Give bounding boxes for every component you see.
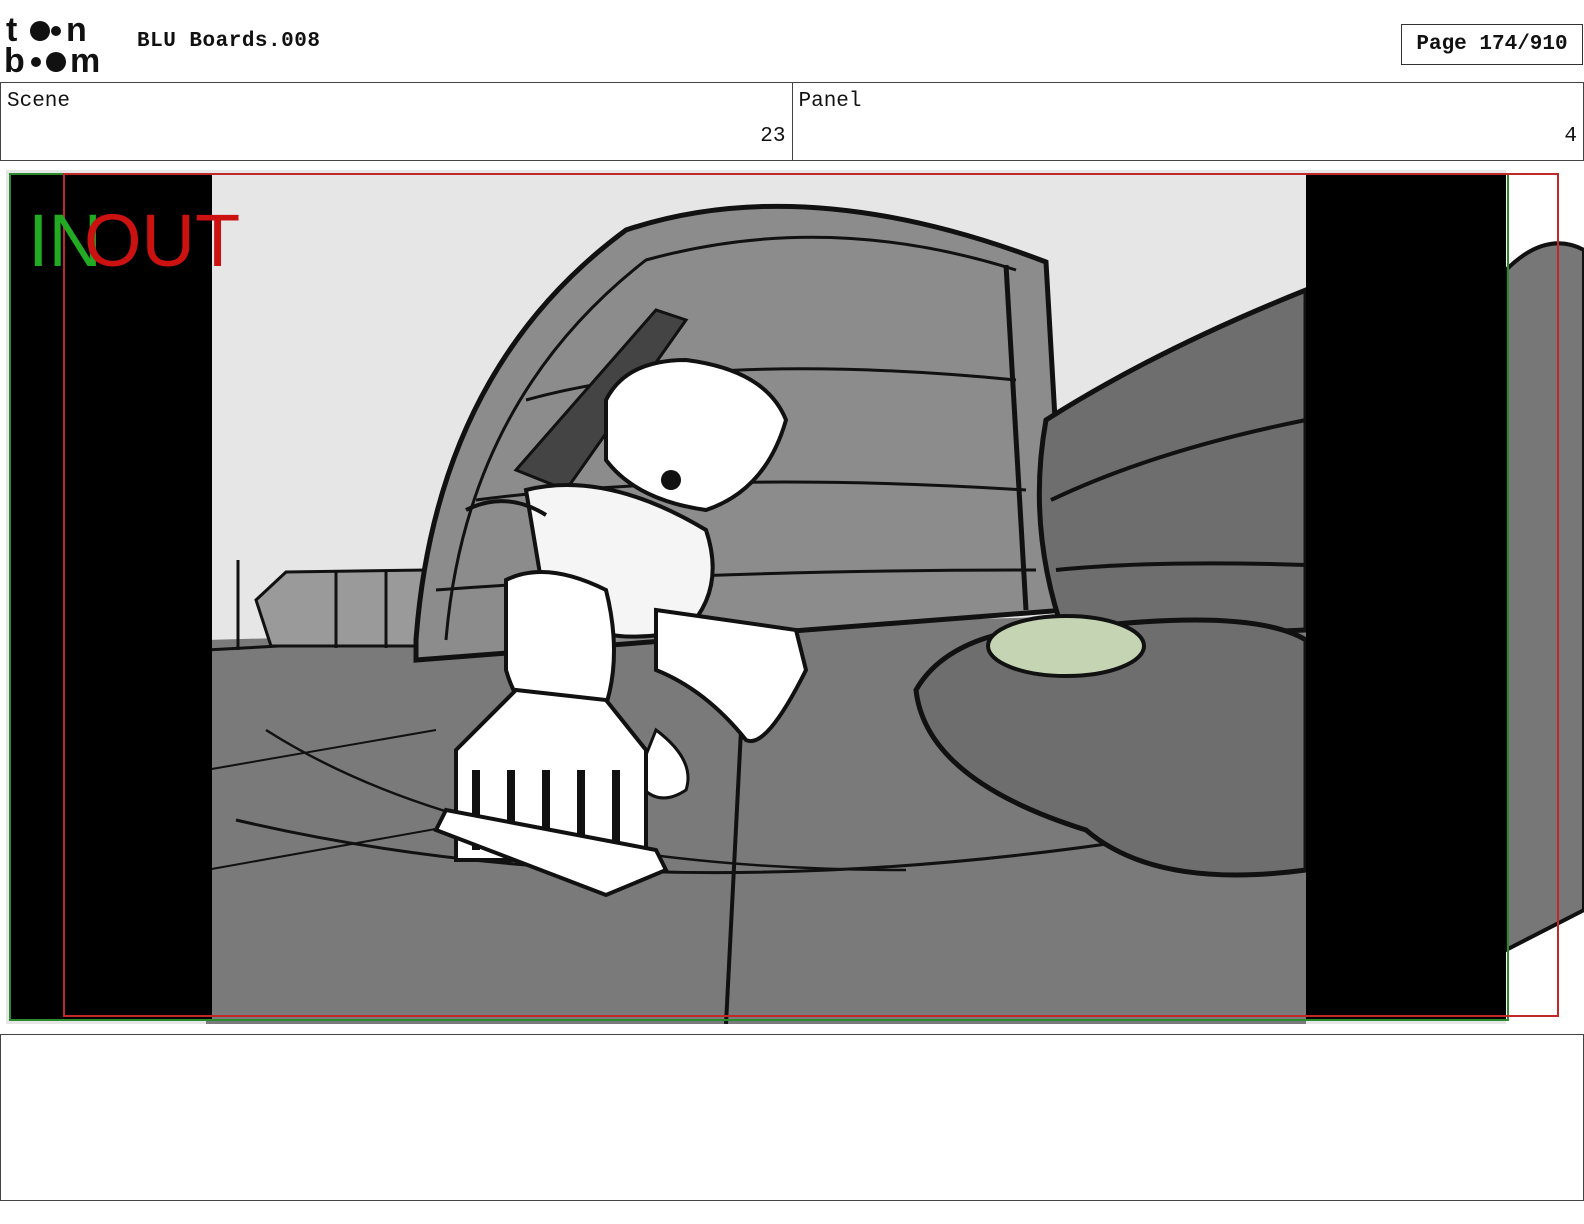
page-header: t n b m BLU Boards.008 Page 174/910: [0, 0, 1584, 82]
scene-panel-row: Scene 23 Panel 4: [0, 82, 1584, 161]
svg-text:b: b: [4, 42, 25, 74]
scene-number: 23: [760, 125, 786, 148]
document-title: BLU Boards.008: [137, 30, 321, 53]
panel-number: 4: [1564, 125, 1577, 148]
out-marker: OUT: [84, 199, 240, 282]
panel-notes-box: [0, 1034, 1584, 1201]
scene-cell: Scene 23: [1, 83, 792, 160]
storyboard-drawing: IN OUT: [6, 170, 1584, 1024]
scene-label: Scene: [7, 90, 71, 113]
panel-label: Panel: [798, 90, 862, 113]
panel-cell: Panel 4: [791, 83, 1584, 160]
toon-boom-logo: t n b m: [4, 11, 116, 80]
storyboard-frame: IN OUT: [6, 170, 1584, 1024]
page-counter: Page 174/910: [1401, 24, 1583, 65]
svg-text:m: m: [70, 42, 100, 74]
